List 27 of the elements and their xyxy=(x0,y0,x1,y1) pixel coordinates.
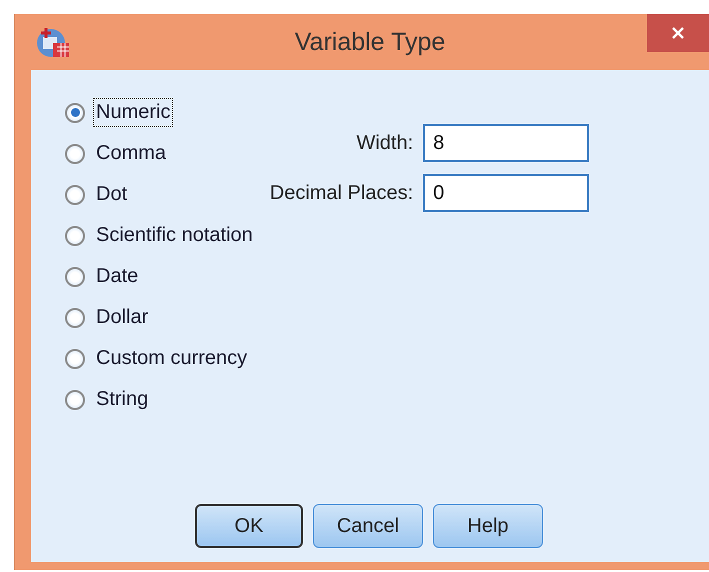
radio-button[interactable] xyxy=(65,102,85,122)
radio-label[interactable]: Dollar xyxy=(93,303,152,332)
radio-label[interactable]: Comma xyxy=(93,139,170,168)
close-button[interactable] xyxy=(647,14,709,52)
window-title: Variable Type xyxy=(294,28,446,56)
radio-label[interactable]: Custom currency xyxy=(93,344,250,373)
radio-button[interactable] xyxy=(65,144,85,164)
radio-button[interactable] xyxy=(65,308,85,328)
radio-label[interactable]: Dot xyxy=(93,180,130,209)
field-label: Width: xyxy=(356,132,414,154)
radio-button[interactable] xyxy=(65,226,85,246)
radio-button[interactable] xyxy=(65,390,85,410)
radio-label[interactable]: String xyxy=(93,385,152,414)
field-label: Decimal Places: xyxy=(270,182,414,204)
dialog-button[interactable]: Cancel xyxy=(313,504,423,548)
dialog-button[interactable]: OK xyxy=(195,504,303,548)
radio-label[interactable]: Numeric xyxy=(93,98,174,127)
radio-label[interactable]: Scientific notation xyxy=(93,221,256,250)
input-field[interactable]: 8 xyxy=(423,124,590,162)
radio-button[interactable] xyxy=(65,266,85,286)
radio-button[interactable] xyxy=(65,348,85,368)
radio-label[interactable]: Date xyxy=(93,262,142,291)
close-icon xyxy=(671,26,685,40)
radio-button[interactable] xyxy=(65,184,85,204)
app-icon xyxy=(35,25,71,59)
input-field[interactable]: 0 xyxy=(423,174,590,212)
dialog-button[interactable]: Help xyxy=(433,504,543,548)
